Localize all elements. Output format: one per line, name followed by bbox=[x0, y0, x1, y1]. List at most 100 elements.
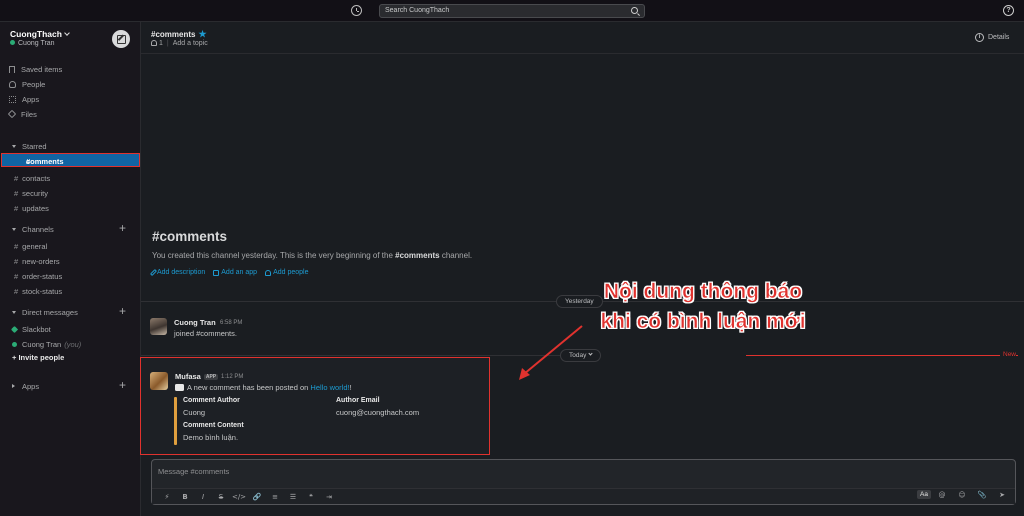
field-label: Comment Content bbox=[183, 422, 244, 429]
hash-icon: # bbox=[14, 188, 19, 198]
strike-button[interactable]: S bbox=[212, 493, 230, 501]
search-input[interactable]: Search CuongThach bbox=[379, 4, 645, 18]
bold-button[interactable]: B bbox=[176, 493, 194, 501]
sidebar-item-apps[interactable]: Apps bbox=[9, 93, 39, 105]
send-icon[interactable]: ➤ bbox=[993, 491, 1011, 499]
channel-intro-text: You created this channel yesterday. This… bbox=[152, 251, 472, 260]
message-author[interactable]: Cuong Tran bbox=[174, 318, 216, 327]
formatting-toolbar: ⚡ B I S </> 🔗 ≡ ☰ ❝ ⇥ Aa @ ☺ 📎 ➤ bbox=[152, 488, 1015, 504]
post-link[interactable]: Hello world! bbox=[310, 383, 349, 392]
dm-name: Slackbot bbox=[22, 324, 51, 334]
code-block-icon[interactable]: ⇥ bbox=[320, 493, 338, 501]
intro-text-post: channel. bbox=[439, 251, 473, 260]
attach-icon[interactable]: 📎 bbox=[973, 491, 991, 499]
field-value: Demo bình luận. bbox=[183, 433, 239, 442]
hash-icon: # bbox=[14, 173, 19, 183]
section-apps[interactable]: Apps bbox=[12, 380, 39, 392]
section-starred[interactable]: Starred bbox=[12, 140, 47, 152]
message-input[interactable]: Message #comments bbox=[158, 467, 229, 476]
quote-icon[interactable]: ❝ bbox=[302, 493, 320, 501]
sidebar-item-saved[interactable]: Saved items bbox=[9, 63, 62, 75]
section-channels[interactable]: Channels bbox=[12, 223, 54, 235]
new-messages-label: New bbox=[1000, 351, 1017, 358]
section-direct-messages[interactable]: Direct messages bbox=[12, 306, 78, 318]
online-status-icon bbox=[10, 40, 15, 45]
emoji-icon[interactable]: ☺ bbox=[953, 491, 971, 499]
link-label: Add people bbox=[273, 269, 309, 276]
link-icon[interactable]: 🔗 bbox=[248, 493, 266, 501]
avatar[interactable] bbox=[150, 372, 168, 390]
annotation-arrow bbox=[519, 325, 583, 380]
bookmark-icon bbox=[9, 65, 15, 73]
add-channel-button[interactable]: + bbox=[119, 222, 126, 234]
sidebar-item-slackbot[interactable]: Slackbot bbox=[10, 323, 51, 335]
slackbot-heart-icon bbox=[10, 325, 19, 333]
message-time[interactable]: 6:58 PM bbox=[220, 320, 242, 326]
bot-message: MufasaAPP 1:12 PM A new comment has been… bbox=[140, 357, 490, 455]
sidebar-item-new-orders[interactable]: # new-orders bbox=[14, 255, 60, 267]
sidebar-item-stock-status[interactable]: # stock-status bbox=[14, 285, 62, 297]
email-link[interactable]: cuong@cuongthach.com bbox=[336, 408, 419, 417]
annotation-line: khi có bình luận mới bbox=[600, 310, 806, 334]
add-description-link[interactable]: Add description bbox=[149, 268, 205, 277]
message-text: joined #comments. bbox=[174, 329, 237, 338]
top-bar: Search CuongThach ? bbox=[0, 0, 1024, 22]
italic-button[interactable]: I bbox=[194, 493, 212, 501]
message-time[interactable]: 1:12 PM bbox=[221, 374, 243, 380]
invite-label: Invite people bbox=[18, 353, 65, 362]
channel-title[interactable]: #comments ★ bbox=[151, 29, 207, 40]
caret-down-icon bbox=[12, 227, 16, 231]
sidebar-item-contacts[interactable]: # contacts bbox=[14, 172, 50, 184]
shortcuts-icon[interactable]: ⚡ bbox=[158, 493, 176, 501]
sidebar-item-comments[interactable]: # comments bbox=[1, 153, 140, 167]
formatting-toggle-button[interactable]: Aa bbox=[917, 490, 931, 499]
hash-icon: # bbox=[14, 271, 19, 281]
avatar[interactable] bbox=[150, 318, 167, 335]
hash-icon: # bbox=[14, 203, 19, 213]
channel-name: new-orders bbox=[22, 256, 60, 266]
sidebar-item-label: Saved items bbox=[21, 64, 63, 74]
hash-icon: # bbox=[14, 256, 19, 266]
sidebar-item-self[interactable]: Cuong Tran (you) bbox=[12, 338, 81, 350]
section-title: Direct messages bbox=[22, 307, 78, 317]
field-label: Author Email bbox=[336, 397, 380, 404]
section-title: Apps bbox=[22, 381, 40, 391]
channel-name: updates bbox=[22, 203, 49, 213]
hash-icon: # bbox=[14, 241, 19, 251]
details-button[interactable]: i Details bbox=[975, 33, 1009, 42]
add-dm-button[interactable]: + bbox=[119, 305, 126, 317]
intro-text-pre: You created this channel yesterday. This… bbox=[152, 251, 396, 260]
channel-meta: 1 | Add a topic bbox=[151, 40, 208, 47]
add-topic-link[interactable]: Add a topic bbox=[173, 40, 208, 47]
mention-icon[interactable]: @ bbox=[933, 491, 951, 499]
sidebar-item-order-status[interactable]: # order-status bbox=[14, 270, 62, 282]
member-count[interactable]: 1 bbox=[159, 40, 163, 47]
sidebar-item-people[interactable]: People bbox=[9, 78, 45, 90]
section-title: Channels bbox=[22, 224, 54, 234]
channel-name: security bbox=[22, 188, 49, 198]
sidebar-item-updates[interactable]: # updates bbox=[14, 202, 49, 214]
add-people-link[interactable]: Add people bbox=[265, 269, 309, 276]
speech-bubble-icon bbox=[175, 380, 184, 391]
sidebar-item-security[interactable]: # security bbox=[14, 187, 48, 199]
sidebar-item-files[interactable]: Files bbox=[7, 108, 37, 120]
message-author[interactable]: Mufasa APP bbox=[175, 372, 219, 381]
history-icon[interactable] bbox=[351, 5, 362, 16]
app-icon bbox=[213, 269, 220, 276]
add-app-link[interactable]: Add an app bbox=[213, 269, 257, 276]
help-icon[interactable]: ? bbox=[1003, 5, 1014, 16]
ordered-list-icon[interactable]: ≡ bbox=[266, 493, 284, 501]
bullet-list-icon[interactable]: ☰ bbox=[284, 493, 302, 501]
field-label: Comment Author bbox=[183, 397, 240, 404]
add-app-button[interactable]: + bbox=[119, 379, 126, 391]
compose-button[interactable] bbox=[112, 30, 130, 48]
star-icon[interactable]: ★ bbox=[198, 29, 206, 39]
sidebar-item-general[interactable]: # general bbox=[14, 240, 47, 252]
message-composer[interactable]: Message #comments ⚡ B I S </> 🔗 ≡ ☰ ❝ ⇥ … bbox=[151, 459, 1016, 505]
code-button[interactable]: </> bbox=[230, 493, 248, 501]
annotation-line: Nội dung thông báo bbox=[603, 280, 803, 304]
workspace-menu[interactable]: CuongThach bbox=[10, 29, 70, 39]
people-icon bbox=[9, 80, 16, 88]
you-tag: (you) bbox=[64, 339, 82, 349]
invite-people-button[interactable]: + Invite people bbox=[12, 353, 64, 362]
